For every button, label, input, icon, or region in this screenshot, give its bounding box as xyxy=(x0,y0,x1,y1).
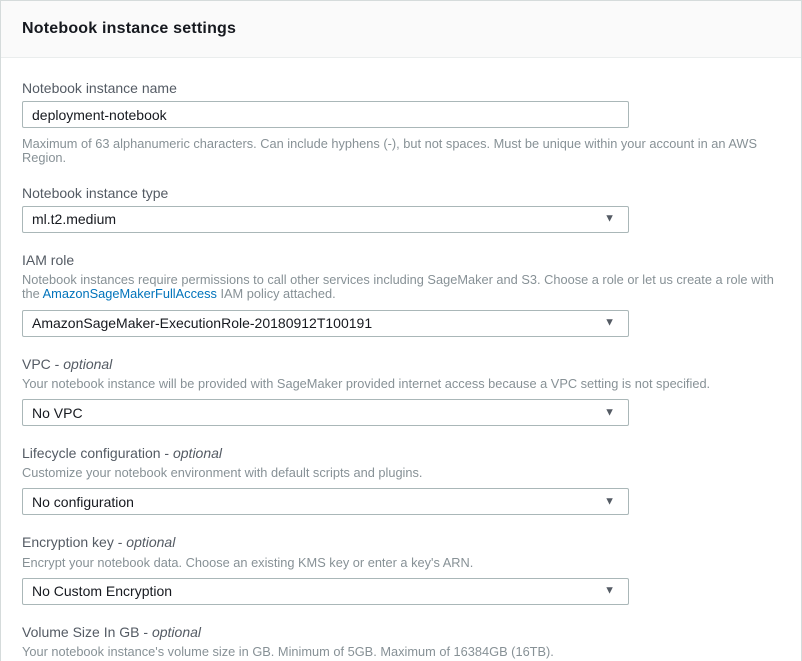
page-title: Notebook instance settings xyxy=(22,20,780,38)
help-text: IAM policy attached. xyxy=(217,286,336,301)
lifecycle-configuration-help: Customize your notebook environment with… xyxy=(22,466,780,480)
label-separator: - xyxy=(114,534,126,550)
notebook-instance-type-select[interactable]: ml.t2.medium ▼ xyxy=(22,206,629,233)
iam-role-select[interactable]: AmazonSageMaker-ExecutionRole-20180912T1… xyxy=(22,310,629,337)
selected-value: No VPC xyxy=(32,405,83,421)
notebook-instance-name-help: Maximum of 63 alphanumeric characters. C… xyxy=(22,137,780,166)
label-text: IAM role xyxy=(22,252,74,268)
notebook-instance-settings-card: Notebook instance settings Notebook inst… xyxy=(0,0,802,661)
caret-down-icon: ▼ xyxy=(604,317,615,328)
volume-size-help: Your notebook instance's volume size in … xyxy=(22,645,780,659)
label-text: VPC xyxy=(22,356,51,372)
card-content: Notebook instance name Maximum of 63 alp… xyxy=(1,58,801,661)
field-encryption-key: Encryption key - optional Encrypt your n… xyxy=(22,534,780,604)
vpc-label: VPC - optional xyxy=(22,356,780,372)
selected-value: AmazonSageMaker-ExecutionRole-20180912T1… xyxy=(32,315,372,331)
label-separator: - xyxy=(161,445,173,461)
lifecycle-configuration-label: Lifecycle configuration - optional xyxy=(22,445,780,461)
notebook-instance-name-input[interactable] xyxy=(22,101,629,128)
field-volume-size: Volume Size In GB - optional Your notebo… xyxy=(22,624,780,661)
selected-value: No Custom Encryption xyxy=(32,583,172,599)
vpc-help: Your notebook instance will be provided … xyxy=(22,377,780,391)
selected-value: ml.t2.medium xyxy=(32,211,116,227)
optional-tag: optional xyxy=(152,624,201,640)
field-lifecycle-configuration: Lifecycle configuration - optional Custo… xyxy=(22,445,780,515)
caret-down-icon: ▼ xyxy=(604,586,615,597)
label-text: Volume Size In GB xyxy=(22,624,140,640)
caret-down-icon: ▼ xyxy=(604,496,615,507)
optional-tag: optional xyxy=(63,356,112,372)
encryption-key-label: Encryption key - optional xyxy=(22,534,780,550)
vpc-select[interactable]: No VPC ▼ xyxy=(22,399,629,426)
field-notebook-instance-name: Notebook instance name Maximum of 63 alp… xyxy=(22,80,780,166)
label-text: Lifecycle configuration xyxy=(22,445,161,461)
label-text: Notebook instance name xyxy=(22,80,177,96)
sagemaker-full-access-link[interactable]: AmazonSageMakerFullAccess xyxy=(43,286,217,301)
volume-size-label: Volume Size In GB - optional xyxy=(22,624,780,640)
label-text: Notebook instance type xyxy=(22,185,168,201)
label-separator: - xyxy=(140,624,152,640)
caret-down-icon: ▼ xyxy=(604,214,615,225)
caret-down-icon: ▼ xyxy=(604,407,615,418)
field-vpc: VPC - optional Your notebook instance wi… xyxy=(22,356,780,426)
encryption-key-select[interactable]: No Custom Encryption ▼ xyxy=(22,578,629,605)
selected-value: No configuration xyxy=(32,494,134,510)
optional-tag: optional xyxy=(126,534,175,550)
notebook-instance-name-label: Notebook instance name xyxy=(22,80,780,96)
optional-tag: optional xyxy=(173,445,222,461)
encryption-key-help: Encrypt your notebook data. Choose an ex… xyxy=(22,556,780,570)
iam-role-help: Notebook instances require permissions t… xyxy=(22,273,780,302)
field-notebook-instance-type: Notebook instance type ml.t2.medium ▼ xyxy=(22,185,780,233)
iam-role-label: IAM role xyxy=(22,252,780,268)
label-text: Encryption key xyxy=(22,534,114,550)
notebook-instance-type-label: Notebook instance type xyxy=(22,185,780,201)
lifecycle-configuration-select[interactable]: No configuration ▼ xyxy=(22,488,629,515)
label-separator: - xyxy=(51,356,63,372)
field-iam-role: IAM role Notebook instances require perm… xyxy=(22,252,780,337)
card-header: Notebook instance settings xyxy=(1,1,801,58)
